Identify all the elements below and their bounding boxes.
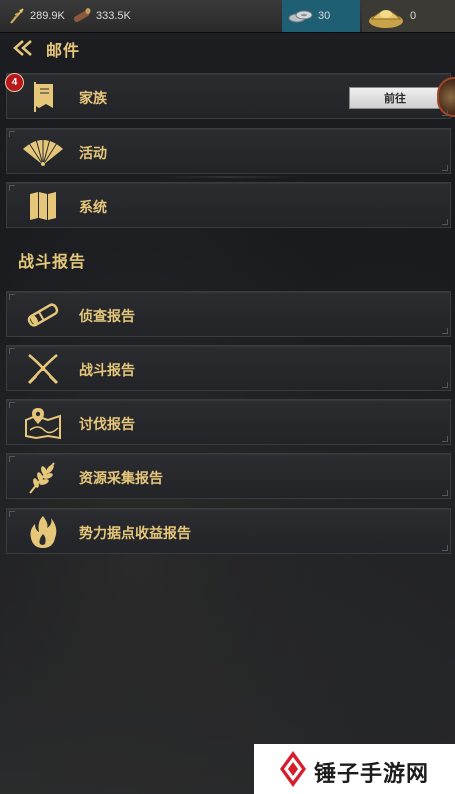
mail-screen: 289.9K 333.5K 30 0 邮件 4 家族 前往 活动 系统 战斗报告… bbox=[0, 0, 455, 794]
watermark-text: 锤子手游网 bbox=[314, 762, 430, 787]
report-stronghold-income[interactable]: 势力据点收益报告 bbox=[6, 508, 451, 554]
spyglass-icon bbox=[21, 297, 65, 333]
silver-value: 30 bbox=[318, 10, 331, 22]
mail-category-label: 家族 bbox=[79, 91, 107, 107]
wood-resource[interactable]: 333.5K bbox=[72, 0, 131, 32]
mail-category-family[interactable]: 4 家族 前往 bbox=[5, 73, 455, 119]
silver-coins-icon bbox=[288, 10, 313, 23]
banner-icon bbox=[21, 79, 65, 115]
site-watermark: 锤子手游网 bbox=[254, 744, 455, 794]
report-label: 资源采集报告 bbox=[79, 471, 163, 487]
report-label: 战斗报告 bbox=[79, 363, 135, 379]
mail-category-label: 系统 bbox=[79, 200, 107, 216]
gold-ingot-icon bbox=[369, 10, 403, 28]
report-battle[interactable]: 战斗报告 bbox=[6, 345, 451, 391]
section-title: 战斗报告 bbox=[18, 252, 87, 271]
silver-resource[interactable]: 30 bbox=[282, 0, 360, 32]
page-title: 邮件 bbox=[46, 41, 81, 60]
avatar[interactable] bbox=[437, 77, 455, 117]
mail-category-label: 活动 bbox=[79, 146, 107, 162]
mail-category-system[interactable]: 系统 bbox=[6, 182, 451, 228]
report-label: 势力据点收益报告 bbox=[79, 526, 191, 542]
map-pin-icon bbox=[21, 405, 65, 441]
map-icon bbox=[21, 188, 65, 224]
back-button[interactable] bbox=[10, 36, 36, 60]
resource-bar: 289.9K 333.5K 30 0 bbox=[0, 0, 455, 33]
mail-category-events[interactable]: 活动 bbox=[6, 128, 451, 174]
page-header: 邮件 bbox=[0, 32, 455, 64]
report-label: 侦查报告 bbox=[79, 309, 135, 325]
fan-icon bbox=[21, 134, 65, 170]
wood-value: 333.5K bbox=[96, 10, 131, 22]
wood-icon bbox=[73, 8, 91, 22]
grain-icon bbox=[10, 8, 24, 24]
grain-value: 289.9K bbox=[30, 10, 65, 22]
go-to-button[interactable]: 前往 bbox=[349, 87, 441, 109]
report-resource-gathering[interactable]: 资源采集报告 bbox=[6, 453, 451, 499]
grain-resource[interactable]: 289.9K bbox=[8, 0, 65, 32]
report-label: 讨伐报告 bbox=[79, 417, 135, 433]
report-scouting[interactable]: 侦查报告 bbox=[6, 291, 451, 337]
crossed-swords-icon bbox=[21, 351, 65, 387]
gold-resource[interactable]: 0 bbox=[362, 0, 455, 32]
watermark-logo-icon bbox=[280, 751, 306, 787]
report-campaign[interactable]: 讨伐报告 bbox=[6, 399, 451, 445]
flame-icon bbox=[21, 514, 65, 550]
divider bbox=[160, 176, 300, 178]
wheat-icon bbox=[21, 459, 65, 495]
back-arrow-icon bbox=[13, 40, 32, 56]
gold-value: 0 bbox=[410, 10, 417, 22]
unread-count-badge: 4 bbox=[5, 73, 24, 92]
